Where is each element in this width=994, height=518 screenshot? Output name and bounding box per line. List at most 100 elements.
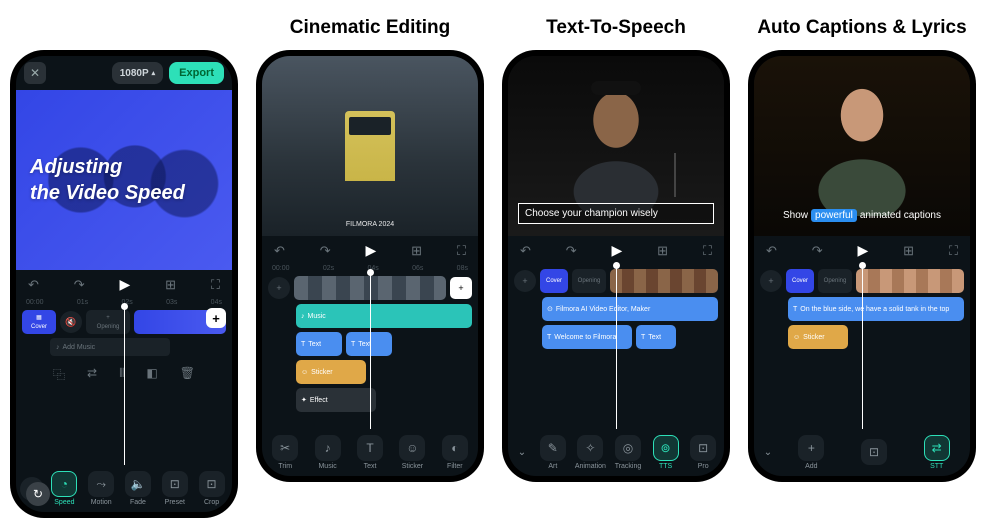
cover-clip[interactable]: ▦Cover [22, 310, 56, 334]
settings-icon[interactable]: ⊞ [657, 243, 668, 259]
animated-caption: Show powerful animated captions [762, 209, 962, 222]
opening-clip[interactable]: Opening [572, 269, 606, 293]
tool-preset[interactable]: ⊡Preset [158, 471, 191, 506]
mirror-icon[interactable]: ◧ [146, 366, 157, 383]
award-badge: FILMORA 2024 [346, 221, 394, 228]
overlay-text-1: Adjusting [30, 154, 218, 180]
fullscreen-icon[interactable]: ⛶ [457, 243, 466, 259]
tool-motion[interactable]: ⤳Motion [85, 471, 118, 506]
tool-add[interactable]: +Add [782, 435, 841, 470]
play-icon[interactable]: ▶ [366, 242, 377, 259]
settings-icon[interactable]: ⊞ [165, 277, 176, 293]
panel-title: Cinematic Editing [290, 14, 450, 42]
playhead[interactable] [862, 265, 863, 429]
add-icon[interactable]: + [514, 270, 536, 292]
tool-crop[interactable]: ⊡Crop [195, 471, 228, 506]
text-clip[interactable]: T Text [296, 332, 342, 356]
cover-clip[interactable]: Cover [786, 269, 814, 293]
panel-title: Auto Captions & Lyrics [757, 14, 966, 42]
add-clip-button[interactable]: + [450, 277, 472, 299]
bottom-toolbar: ✂Trim ♪Music TText ☺Sticker ◐Filter [262, 429, 478, 476]
timeline[interactable]: + Cover Opening T On the blue side, we h… [754, 265, 970, 429]
video-clip[interactable] [856, 269, 964, 293]
playhead[interactable] [616, 265, 617, 429]
caption-chip[interactable]: T On the blue side, we have a solid tank… [788, 297, 964, 321]
fullscreen-icon[interactable]: ⛶ [703, 243, 712, 259]
music-track[interactable]: ♪ Music [296, 304, 472, 328]
settings-icon[interactable]: ⊞ [411, 243, 422, 259]
cover-clip[interactable]: Cover [540, 269, 568, 293]
bottom-toolbar: ⌄ ✎Art ✧Animation ◎Tracking ⊚TTS ⊡Pro [508, 429, 724, 476]
phone-screenshot-4: Show powerful animated captions ↶ ↷ ▶ ⊞ … [748, 50, 976, 482]
tool-pro[interactable]: ⊡Pro [686, 435, 720, 470]
undo-icon[interactable]: ↶ [520, 243, 531, 259]
timeline[interactable]: + Cover Opening ⊙ Filmora AI Video Edito… [508, 265, 724, 429]
play-icon[interactable]: ▶ [612, 242, 623, 259]
redo-icon[interactable]: ↷ [74, 277, 85, 293]
tool-tts[interactable]: ⊚TTS [649, 435, 683, 470]
bottom-toolbar: ⌄ +Add ⊡ ⇄STT [754, 429, 970, 476]
text-chip[interactable]: ⊙ Filmora AI Video Editor, Maker [542, 297, 718, 321]
play-icon[interactable]: ▶ [858, 242, 869, 259]
tool-stt[interactable]: ⇄STT [907, 435, 966, 470]
person-graphic [802, 76, 922, 216]
tool-music[interactable]: ♪Music [308, 435, 346, 470]
undo-icon[interactable]: ↶ [766, 243, 777, 259]
add-icon[interactable]: + [760, 270, 782, 292]
reload-icon[interactable]: ↻ [26, 482, 50, 506]
video-clip[interactable] [610, 269, 718, 293]
mute-icon[interactable]: 🔇 [60, 311, 82, 333]
tool-sticker[interactable]: ☺Sticker [393, 435, 431, 470]
redo-icon[interactable]: ↷ [566, 243, 577, 259]
phone-screenshot-2: FILMORA 2024 ↶ ↷ ▶ ⊞ ⛶ 00:0002s04s06s08s… [256, 50, 484, 482]
add-music-button[interactable]: ♪ Add Music [50, 338, 170, 356]
export-button[interactable]: Export [169, 62, 224, 84]
tool-text[interactable]: TText [351, 435, 389, 470]
fullscreen-icon[interactable]: ⛶ [211, 277, 220, 293]
delete-icon[interactable]: 🗑 [180, 366, 195, 383]
resolution-badge[interactable]: 1080P▴ [112, 62, 163, 84]
tool-tracking[interactable]: ◎Tracking [611, 435, 645, 470]
phone-screenshot-3: Choose your champion wisely ↶ ↷ ▶ ⊞ ⛶ + … [502, 50, 730, 482]
settings-icon[interactable]: ⊞ [903, 243, 914, 259]
text-chip[interactable]: T Welcome to Filmora [542, 325, 632, 349]
undo-icon[interactable]: ↶ [274, 243, 285, 259]
fullscreen-icon[interactable]: ⛶ [949, 243, 958, 259]
shuffle-icon[interactable]: ⇄ [87, 366, 97, 383]
person-graphic [561, 81, 671, 211]
microphone-graphic [674, 153, 676, 197]
add-button[interactable]: + [206, 308, 226, 328]
collapse-icon[interactable]: ⌄ [512, 443, 532, 463]
timeline[interactable]: + ▦Cover 🔇 +Opening ♪ Add Music ⿻ ⇄ ⦀ ◧ … [16, 306, 232, 465]
opening-clip[interactable]: Opening [818, 269, 852, 293]
play-icon[interactable]: ▶ [120, 276, 131, 293]
sticker-clip[interactable]: ☺ Sticker [296, 360, 366, 384]
collapse-icon[interactable]: ⌄ [758, 443, 778, 463]
text-clip[interactable]: T Text [346, 332, 392, 356]
caption-box[interactable]: Choose your champion wisely [518, 203, 714, 224]
panel-title: Text-To-Speech [546, 14, 686, 42]
tool-art[interactable]: ✎Art [536, 435, 570, 470]
tool-filter[interactable]: ◐Filter [436, 435, 474, 470]
effect-clip[interactable]: ✦ Effect [296, 388, 376, 412]
redo-icon[interactable]: ↷ [320, 243, 331, 259]
tram-graphic [345, 111, 395, 181]
timeline[interactable]: + + ♪ Music T TextT Text ☺ Sticker ✦ Eff… [262, 272, 478, 429]
text-chip[interactable]: T Text [636, 325, 676, 349]
tool-animation[interactable]: ✧Animation [574, 435, 608, 470]
phone-screenshot-1: ✕ 1080P▴ Export Adjusting the Video Spee… [10, 50, 238, 518]
video-preview: FILMORA 2024 [262, 56, 478, 236]
tool-trim[interactable]: ✂Trim [266, 435, 304, 470]
close-icon[interactable]: ✕ [24, 62, 46, 84]
video-preview: Show powerful animated captions [754, 56, 970, 236]
tool-template[interactable]: ⊡ [845, 439, 904, 467]
tool-fade[interactable]: 🔈Fade [122, 471, 155, 506]
add-icon[interactable]: + [268, 277, 290, 299]
playhead[interactable] [370, 272, 371, 429]
sticker-chip[interactable]: ☺ Sticker [788, 325, 848, 349]
undo-icon[interactable]: ↶ [28, 277, 39, 293]
playhead[interactable] [124, 306, 125, 465]
copy-icon[interactable]: ⿻ [53, 366, 65, 383]
redo-icon[interactable]: ↷ [812, 243, 823, 259]
tool-speed[interactable]: ◔Speed [48, 471, 81, 506]
